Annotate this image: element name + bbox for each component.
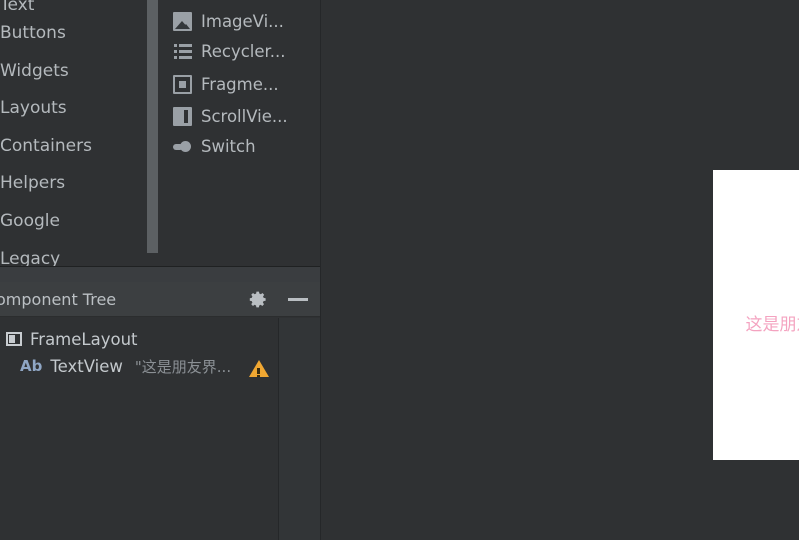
panel-divider-inner[interactable] <box>278 318 279 540</box>
frame-layout-icon <box>6 332 22 346</box>
image-view-icon <box>173 12 192 31</box>
warning-icon-mark <box>257 368 260 374</box>
palette-category-widgets[interactable]: Widgets <box>0 52 146 90</box>
tree-node-label: TextView <box>50 356 123 376</box>
preview-textview-text: 这是朋友界面 <box>745 315 799 335</box>
design-surface[interactable]: 这是朋友界面 这是朋友界面 <box>321 0 799 540</box>
gear-icon[interactable] <box>249 290 268 309</box>
tree-node-label: FrameLayout <box>30 329 138 349</box>
component-tree-title: omponent Tree <box>0 290 117 309</box>
palette-item-label: Switch <box>201 137 256 156</box>
recycler-view-icon <box>173 42 192 61</box>
palette-category-layouts[interactable]: Layouts <box>0 89 146 127</box>
fragment-icon <box>173 75 192 94</box>
palette-item-label: ScrollVie... <box>201 107 288 126</box>
palette-item-label: Fragme... <box>201 75 279 94</box>
palette-category-list[interactable]: Text Buttons Widgets Layouts Containers … <box>0 0 146 266</box>
tree-node-textview[interactable]: Ab TextView "这是朋友界... <box>18 352 231 380</box>
tree-node-value: "这是朋友界... <box>134 357 232 376</box>
palette-scrollbar-thumb[interactable] <box>147 0 158 253</box>
component-tree-header: omponent Tree <box>0 282 320 317</box>
palette-category-legacy[interactable]: Legacy <box>0 240 146 266</box>
component-tree-body[interactable]: FrameLayout Ab TextView "这是朋友界... <box>0 318 278 540</box>
tree-node-framelayout[interactable]: FrameLayout <box>0 325 138 353</box>
minus-icon[interactable] <box>288 298 308 301</box>
palette-item-recyclerview[interactable]: Recycler... <box>159 33 319 70</box>
palette-category-containers[interactable]: Containers <box>0 127 146 165</box>
palette-item-list[interactable]: ImageVi... Recycler... Fragme... ScrollV… <box>159 0 319 266</box>
switch-icon <box>173 137 192 156</box>
panel-splitter[interactable] <box>0 267 320 282</box>
palette-item-switch[interactable]: Switch <box>159 128 319 165</box>
palette-item-label: ImageVi... <box>201 12 284 31</box>
component-tree-side-strip <box>279 318 320 540</box>
device-preview-render[interactable]: 这是朋友界面 <box>713 170 799 460</box>
android-studio-layout-editor: Text Buttons Widgets Layouts Containers … <box>0 0 799 540</box>
palette-category-helpers[interactable]: Helpers <box>0 164 146 202</box>
palette-category-buttons[interactable]: Buttons <box>0 14 146 52</box>
text-view-icon: Ab <box>20 357 43 375</box>
palette-category-google[interactable]: Google <box>0 202 146 240</box>
warning-icon-dot <box>257 375 260 377</box>
palette-item-label: Recycler... <box>201 42 286 61</box>
scroll-view-icon <box>173 107 192 126</box>
